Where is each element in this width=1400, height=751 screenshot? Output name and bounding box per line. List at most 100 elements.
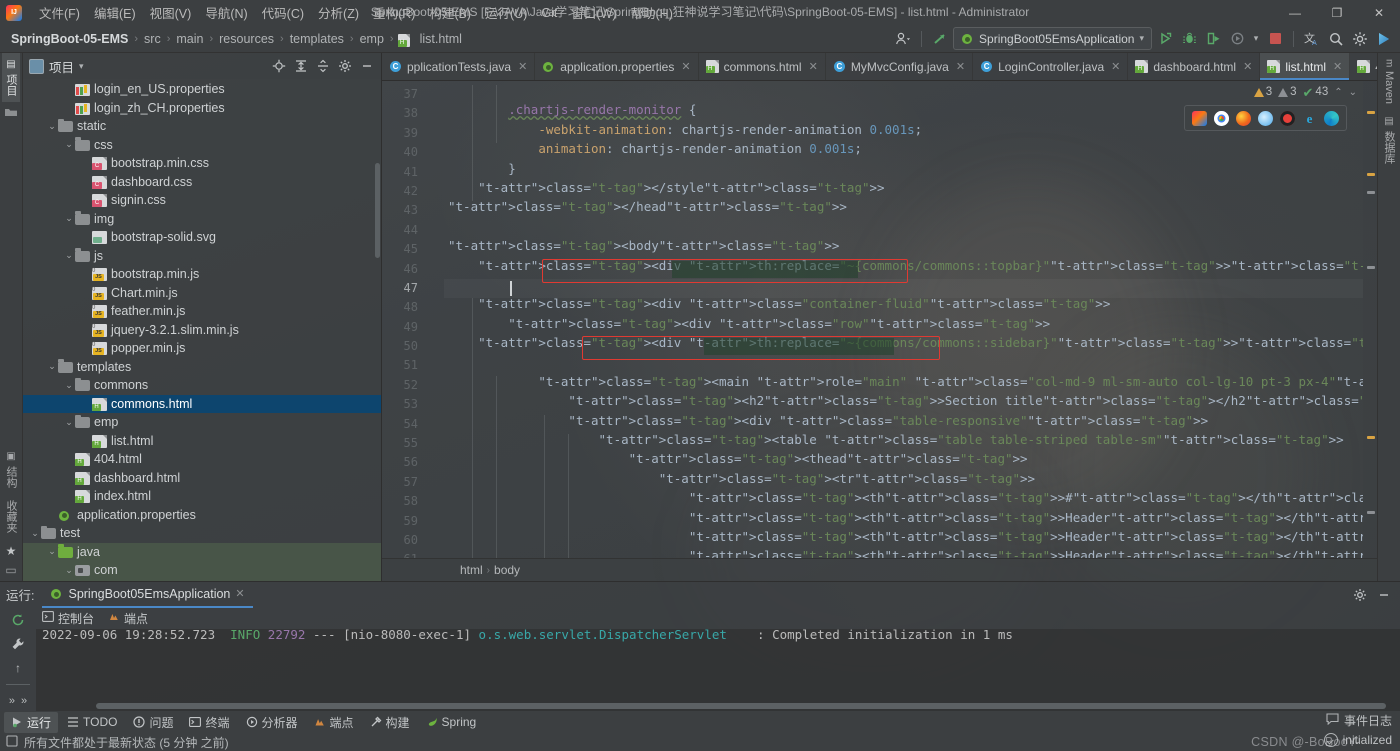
weak-warning-count-group[interactable]: 3: [1278, 86, 1297, 98]
code-text-area[interactable]: .chartjs-render-monitor { -webkit-animat…: [444, 81, 1363, 558]
opera-browser-icon[interactable]: [1280, 110, 1295, 126]
tree-node[interactable]: ⌄ img: [23, 210, 381, 229]
ie-browser-icon[interactable]: e: [1302, 111, 1317, 126]
tree-node[interactable]: bootstrap-solid.svg: [23, 228, 381, 247]
close-icon[interactable]: ✕: [809, 60, 818, 73]
chevron-down-icon[interactable]: ⌄: [46, 546, 58, 557]
close-icon[interactable]: ✕: [1111, 60, 1120, 73]
menu-view[interactable]: 视图(V): [143, 0, 199, 25]
project-tree-scrollbar[interactable]: [375, 163, 380, 258]
edge-browser-icon[interactable]: [1324, 110, 1339, 126]
sidebar-item-project[interactable]: ▤ 项目: [2, 53, 20, 102]
expand-all-icon[interactable]: [290, 56, 311, 77]
rerun-icon[interactable]: [7, 610, 29, 630]
menu-code[interactable]: 代码(C): [255, 0, 311, 25]
tree-node[interactable]: signin.css: [23, 191, 381, 210]
code-line[interactable]: "t-attr">class="t-tag"><main "t-attr">ro…: [444, 372, 1363, 391]
status-bar-button-Spring[interactable]: Spring: [419, 713, 484, 731]
breadcrumb-resources[interactable]: resources: [214, 30, 279, 48]
code-line[interactable]: animation: chartjs-render-animation 0.00…: [444, 139, 1363, 158]
tree-node[interactable]: index.html: [23, 487, 381, 506]
tree-node[interactable]: commons.html: [23, 394, 381, 413]
tree-node[interactable]: ⌄ templates: [23, 358, 381, 377]
tree-node[interactable]: bootstrap.min.js: [23, 265, 381, 284]
status-bar-button-构建[interactable]: 构建: [363, 712, 417, 733]
tree-node[interactable]: ⌄ js: [23, 247, 381, 266]
translate-icon[interactable]: 文A: [1301, 28, 1323, 50]
scroll-up-icon[interactable]: ↑: [7, 658, 29, 678]
breadcrumb-html[interactable]: html: [460, 563, 483, 577]
code-line[interactable]: "t-attr">class="t-tag"><th"t-attr">class…: [444, 546, 1363, 558]
status-bar-button-终端[interactable]: 终端: [182, 712, 236, 733]
wrench-icon[interactable]: [7, 634, 29, 654]
menu-edit[interactable]: 编辑(E): [87, 0, 143, 25]
run-coverage-icon[interactable]: [1202, 28, 1224, 50]
inspection-widget[interactable]: 3 3 ✔ 43 ⌃ ⌄: [1248, 81, 1363, 103]
tree-node[interactable]: popper.min.js: [23, 339, 381, 358]
code-line[interactable]: "t-attr">class="t-tag"></head"t-attr">cl…: [444, 197, 1363, 216]
chevron-down-icon[interactable]: ⌄: [46, 361, 58, 372]
inspection-ok-group[interactable]: ✔ 43: [1303, 86, 1329, 99]
tree-node[interactable]: login_en_US.properties: [23, 80, 381, 99]
status-bar-button-TODO[interactable]: TODO: [60, 713, 124, 731]
tree-node[interactable]: 404.html: [23, 450, 381, 469]
chevron-down-icon[interactable]: ⌄: [63, 380, 75, 391]
tree-node[interactable]: ⌄ com: [23, 561, 381, 580]
code-line[interactable]: "t-attr">class="t-tag"><th"t-attr">class…: [444, 488, 1363, 507]
chevron-down-icon[interactable]: ▾: [1250, 28, 1262, 50]
close-icon[interactable]: ✕: [956, 60, 965, 73]
breadcrumb-main[interactable]: main: [171, 30, 208, 48]
chevron-down-icon[interactable]: ⌄: [29, 528, 41, 539]
code-line[interactable]: "t-attr">class="t-tag"><h2"t-attr">class…: [444, 391, 1363, 410]
next-highlight-icon[interactable]: ⌄: [1349, 87, 1357, 98]
editor-tab[interactable]: commons.html ✕: [699, 53, 826, 80]
expand-icon[interactable]: »: [9, 691, 15, 711]
breadcrumb-body[interactable]: body: [494, 563, 520, 577]
chevron-down-icon[interactable]: ⌄: [63, 565, 75, 576]
code-line[interactable]: "t-attr">class="t-tag"><table "t-attr">c…: [444, 430, 1363, 449]
sidebar-item-maven[interactable]: m Maven: [1382, 53, 1396, 110]
breadcrumb-src[interactable]: src: [139, 30, 166, 48]
editor-tab[interactable]: application.properties ✕: [535, 53, 699, 80]
menu-file[interactable]: 文件(F): [32, 0, 87, 25]
locate-icon[interactable]: [268, 56, 289, 77]
sidebar-item-database[interactable]: ▤ 数据库: [1380, 110, 1398, 170]
error-stripe-marker-panel[interactable]: [1363, 81, 1377, 558]
tree-node[interactable]: dashboard.html: [23, 469, 381, 488]
status-bar-button-端点[interactable]: 端点: [307, 712, 361, 733]
code-line[interactable]: "t-attr">class="t-tag"><th"t-attr">class…: [444, 508, 1363, 527]
menu-window[interactable]: 窗口(W): [564, 0, 623, 25]
tree-node[interactable]: ⌄ emp: [23, 413, 381, 432]
chevron-down-icon[interactable]: ▾: [79, 61, 84, 72]
tree-node[interactable]: ⌄ css: [23, 136, 381, 155]
user-settings-icon[interactable]: [892, 28, 914, 50]
close-button[interactable]: ✕: [1358, 0, 1400, 25]
warning-count-group[interactable]: 3: [1253, 86, 1272, 98]
breadcrumb-list-html[interactable]: list.html: [415, 30, 467, 48]
window-toggle-icon[interactable]: ▭: [5, 563, 16, 577]
prev-highlight-icon[interactable]: ⌃: [1334, 87, 1342, 98]
status-bar-button-分析器[interactable]: 分析器: [239, 712, 305, 733]
close-icon[interactable]: ✕: [1333, 60, 1342, 73]
safari-browser-icon[interactable]: [1258, 110, 1273, 126]
code-line[interactable]: [444, 81, 1363, 100]
editor-tab[interactable]: 40‥: [1350, 53, 1377, 80]
chevron-down-icon[interactable]: ⌄: [46, 121, 58, 132]
code-line[interactable]: [444, 217, 1363, 236]
chrome-browser-icon[interactable]: [1214, 110, 1229, 126]
code-line[interactable]: [444, 352, 1363, 371]
tree-node[interactable]: dashboard.css: [23, 173, 381, 192]
code-line[interactable]: "t-attr">class="t-tag"><div "t-attr">cla…: [444, 411, 1363, 430]
settings-icon[interactable]: [1349, 28, 1371, 50]
menu-build[interactable]: 构建(B): [422, 0, 478, 25]
close-icon[interactable]: ✕: [518, 60, 527, 73]
debug-icon[interactable]: [1178, 28, 1200, 50]
breadcrumb-emp[interactable]: emp: [355, 30, 389, 48]
sub-tab-endpoints[interactable]: 端点: [108, 610, 148, 627]
run-configuration-selector[interactable]: SpringBoot05EmsApplication ▾: [953, 27, 1152, 50]
ide-icon[interactable]: [1373, 28, 1395, 50]
settings-icon[interactable]: [334, 56, 355, 77]
close-icon[interactable]: ✕: [681, 60, 690, 73]
status-bar-button-运行[interactable]: 运行: [4, 711, 59, 733]
editor-tab[interactable]: MyMvcConfig.java ✕: [826, 53, 974, 80]
